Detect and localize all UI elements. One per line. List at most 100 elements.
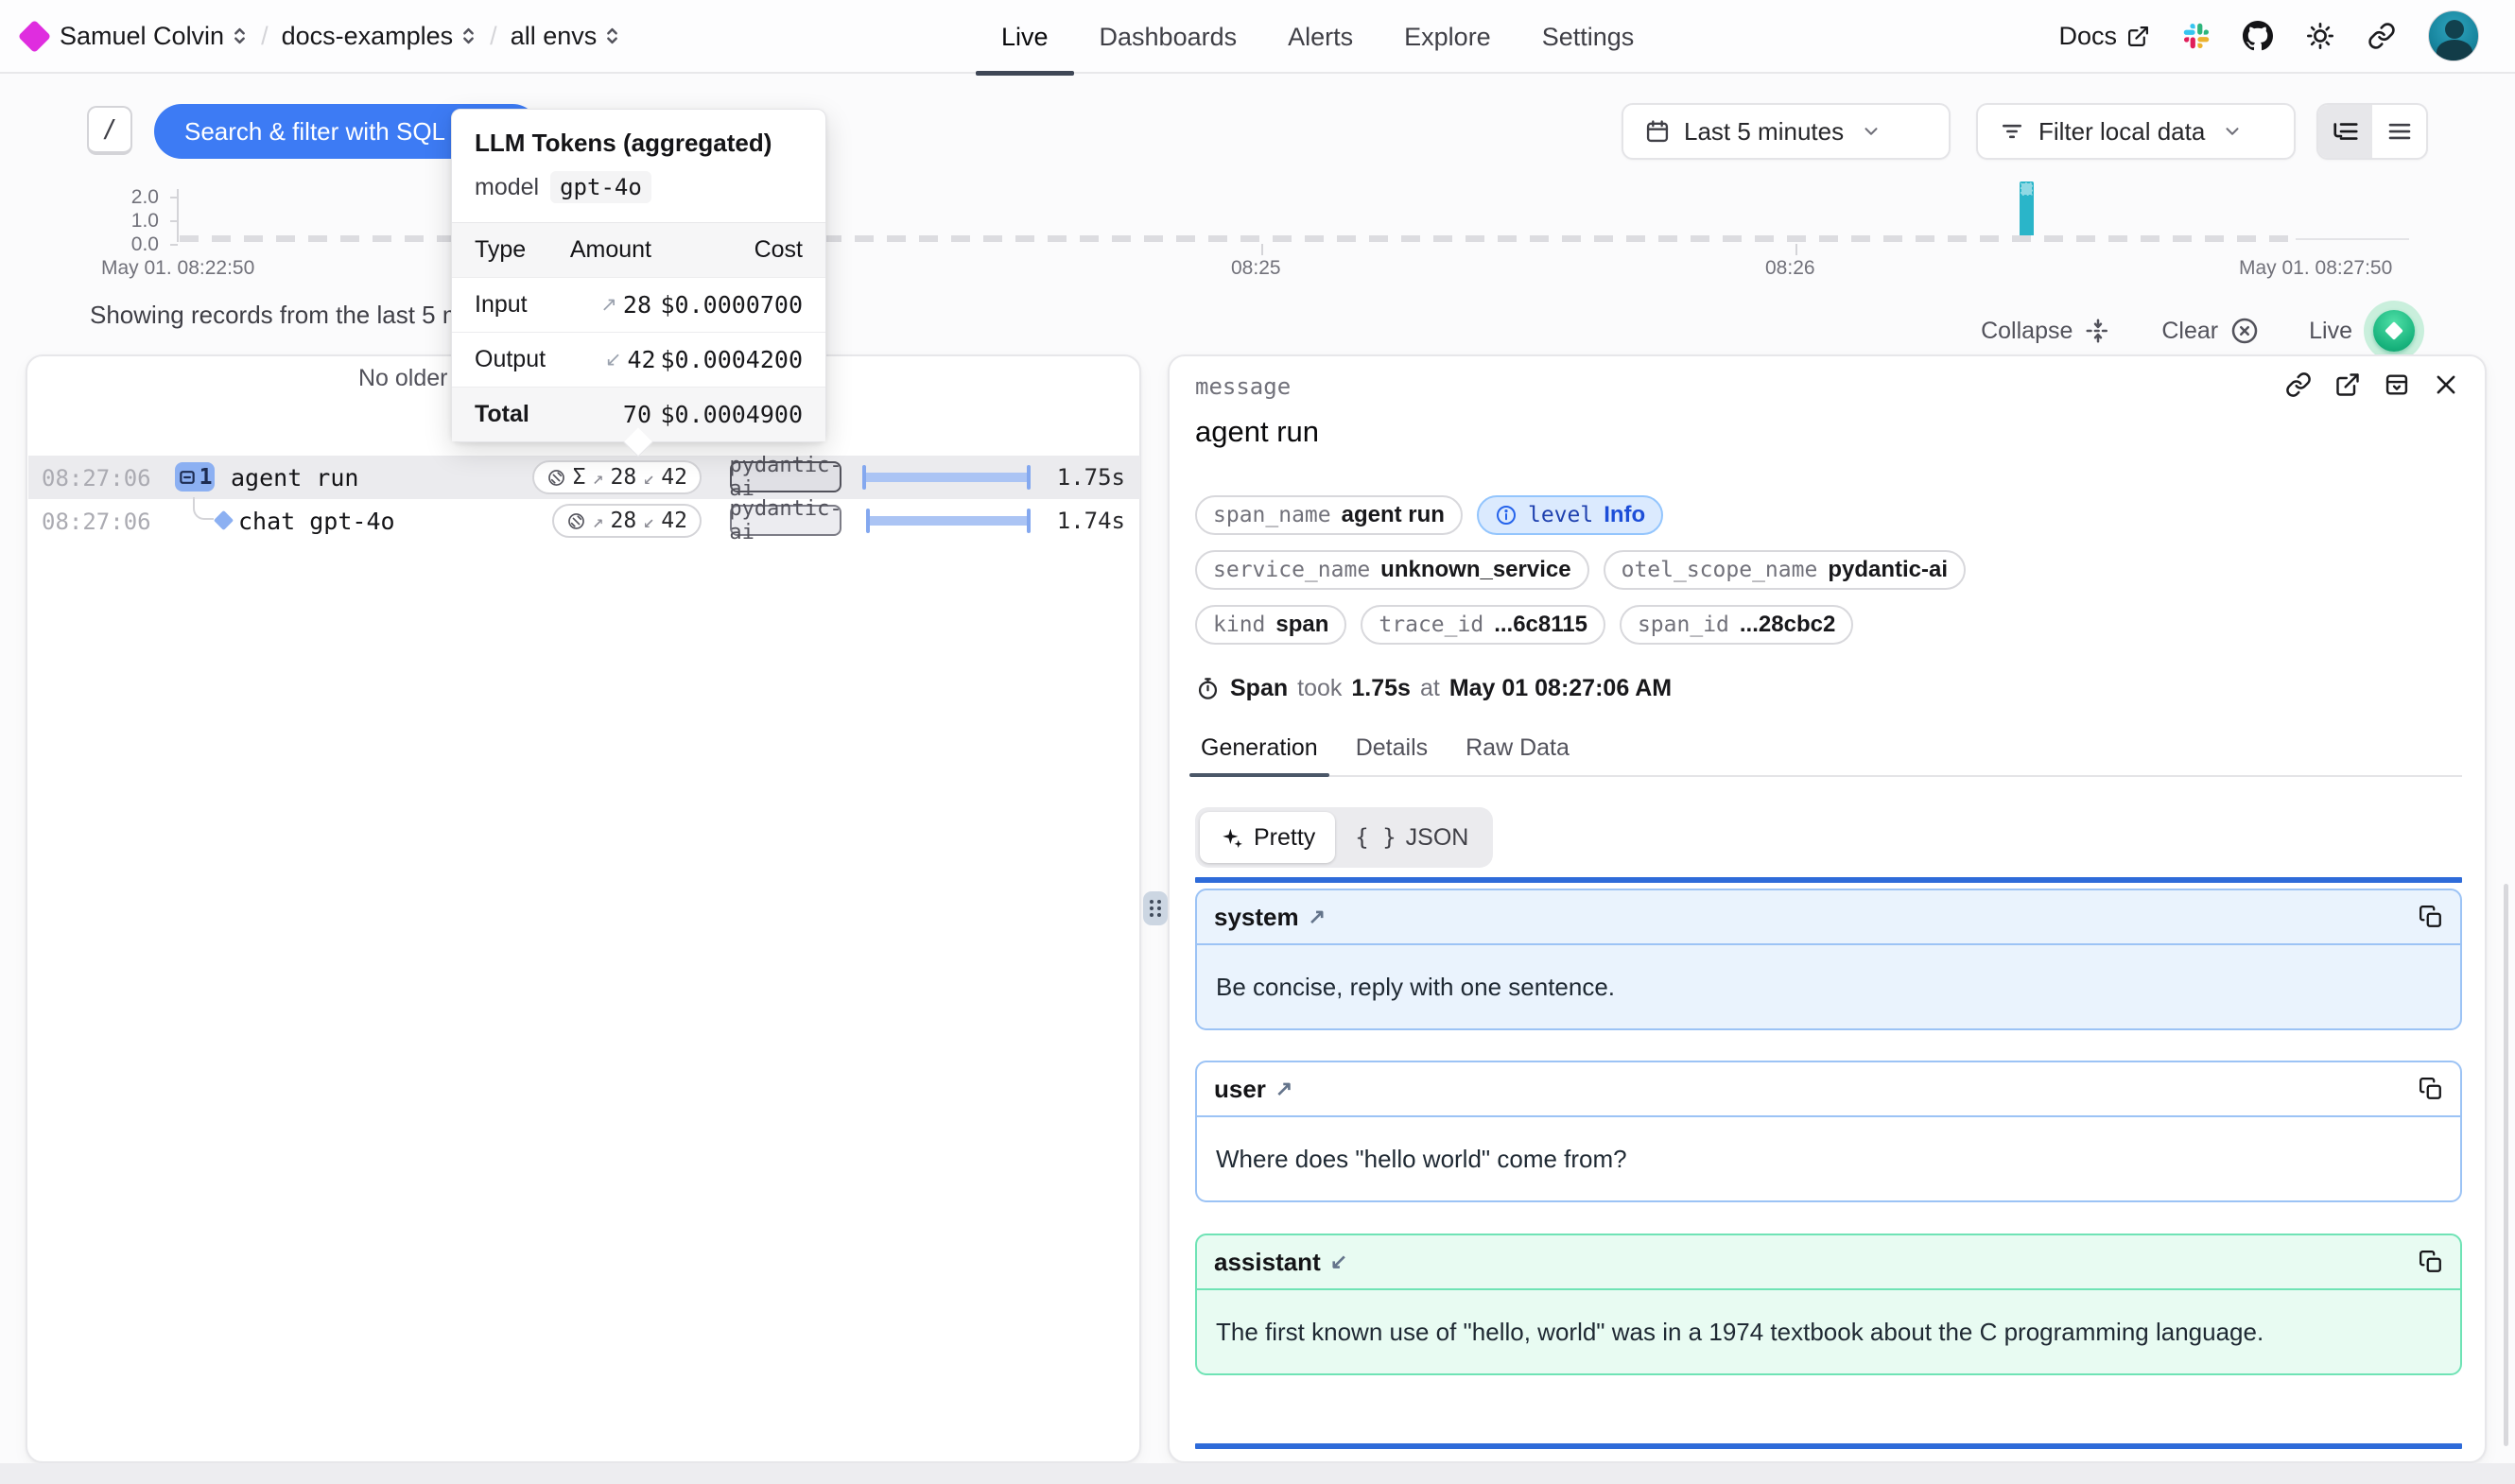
filter-local-data-dropdown[interactable]: Filter local data <box>1976 103 2296 160</box>
kind-pill[interactable]: kind span <box>1195 605 1346 645</box>
clear-label: Clear <box>2161 318 2218 345</box>
nav-tab-dashboards[interactable]: Dashboards <box>1074 0 1263 74</box>
scope-tag[interactable]: pydantic-ai <box>730 461 841 492</box>
token-summary-pill[interactable]: ↗ 28 ↙ 42 <box>552 504 702 538</box>
pill-label: span_id <box>1638 613 1729 637</box>
breadcrumb-project[interactable]: docs-examples <box>282 22 477 51</box>
nav-tab-alerts[interactable]: Alerts <box>1262 0 1379 74</box>
user-avatar[interactable] <box>2428 10 2479 61</box>
list-view-icon <box>2385 117 2414 146</box>
row-label: Total <box>475 401 538 428</box>
live-toggle[interactable]: Live <box>2309 301 2424 361</box>
collapse-button[interactable]: Collapse <box>1981 317 2112 345</box>
status-actions: Collapse Clear Live <box>1981 301 2424 361</box>
docs-link[interactable]: Docs <box>2058 22 2150 51</box>
span-name: agent run <box>231 464 358 492</box>
filter-label: Filter local data <box>2038 117 2205 147</box>
duration-bar[interactable] <box>862 473 1031 482</box>
x-axis-line-extension <box>2296 238 2409 240</box>
dock-panel-icon[interactable] <box>2384 371 2410 398</box>
json-view-option[interactable]: { } JSON <box>1335 812 1488 863</box>
otel-scope-pill[interactable]: otel_scope_name pydantic-ai <box>1604 550 1966 590</box>
row-amount: 28 <box>623 291 651 319</box>
duration-value: 1.74s <box>1057 508 1125 534</box>
pill-value: unknown_service <box>1380 557 1570 583</box>
nav-tab-explore[interactable]: Explore <box>1379 0 1517 74</box>
live-indicator-button[interactable] <box>2364 301 2424 361</box>
message-text: Be concise, reply with one sentence. <box>1216 968 2322 1006</box>
pill-label: otel_scope_name <box>1622 558 1818 582</box>
output-arrow-icon: ↙ <box>643 466 654 489</box>
collapse-children-badge[interactable]: 1 <box>175 462 215 492</box>
y-tick-label: 0.0 <box>112 233 159 256</box>
model-value: gpt-4o <box>550 171 651 203</box>
copy-icon[interactable] <box>2419 905 2443 929</box>
time-range-dropdown[interactable]: Last 5 minutes <box>1622 103 1951 160</box>
pill-value: pydantic-ai <box>1828 557 1948 583</box>
token-summary-pill[interactable]: Σ ↗ 28 ↙ 42 <box>532 460 702 494</box>
span-diamond-icon <box>214 510 234 530</box>
detail-tabs: Generation Details Raw Data <box>1195 734 2462 777</box>
scrollbar-thumb[interactable] <box>2504 884 2508 1446</box>
trace-row-chat-gpt4o[interactable]: 08:27:06 chat gpt-4o ↗ 28 ↙ 42 pydantic-… <box>28 499 1140 543</box>
breadcrumb-env[interactable]: all envs <box>511 22 621 51</box>
pydantic-logo-icon[interactable] <box>18 19 51 52</box>
input-arrow-icon: ↗ <box>593 466 604 489</box>
message-body: The first known use of "hello, world" wa… <box>1197 1290 2460 1373</box>
pill-value: agent run <box>1342 502 1445 528</box>
output-tokens: 42 <box>661 509 687 533</box>
panel-resize-handle[interactable] <box>1143 891 1168 925</box>
timeline-rule-bottom <box>1195 1443 2462 1449</box>
record-kind-label: message <box>1195 373 1291 400</box>
info-icon <box>1495 504 1518 526</box>
copy-icon[interactable] <box>2419 1250 2443 1274</box>
braces-icon: { } <box>1355 824 1396 851</box>
pill-label: service_name <box>1213 558 1370 582</box>
chevron-down-icon <box>1861 121 1882 142</box>
nav-tab-settings[interactable]: Settings <box>1517 0 1660 74</box>
github-icon[interactable] <box>2243 21 2273 51</box>
live-green-circle-icon <box>2373 310 2415 352</box>
trace-row-agent-run[interactable]: 08:27:06 1 agent run Σ ↗ 28 ↙ 42 pydanti… <box>28 456 1140 499</box>
org-name: Samuel Colvin <box>60 22 224 51</box>
trace-list-panel: No older records 08:27:06 1 agent run Σ … <box>26 354 1141 1463</box>
breadcrumb-org[interactable]: Samuel Colvin <box>60 22 248 51</box>
main-nav: Live Dashboards Alerts Explore Settings <box>976 0 1659 74</box>
sigma-aggregate-icon: Σ <box>573 465 586 490</box>
share-link-icon[interactable] <box>2368 22 2396 50</box>
x-tick <box>1261 244 1263 255</box>
detail-panel-actions <box>2285 371 2459 398</box>
slash-shortcut-key[interactable]: / <box>87 106 132 155</box>
copy-icon[interactable] <box>2419 1077 2443 1101</box>
close-icon[interactable] <box>2433 371 2459 398</box>
tab-raw-data[interactable]: Raw Data <box>1460 734 1575 775</box>
span-name-pill[interactable]: span_name agent run <box>1195 495 1463 535</box>
span-title: agent run <box>1195 415 1319 449</box>
theme-sun-icon[interactable] <box>2305 21 2335 51</box>
list-view-toggle[interactable] <box>2372 105 2426 158</box>
service-name-pill[interactable]: service_name unknown_service <box>1195 550 1589 590</box>
level-pill[interactable]: level Info <box>1477 495 1663 535</box>
span-id-pill[interactable]: span_id ...28cbc2 <box>1620 605 1853 645</box>
histogram-bar[interactable] <box>2020 181 2034 235</box>
nav-tab-live[interactable]: Live <box>976 0 1074 74</box>
open-external-icon[interactable] <box>2334 371 2361 398</box>
filter-lines-icon <box>1999 118 2025 145</box>
col-type: Type <box>475 236 538 264</box>
tooltip-model-row: model gpt-4o <box>452 162 825 222</box>
copy-link-icon[interactable] <box>2285 371 2312 398</box>
slack-icon[interactable] <box>2182 22 2211 50</box>
scope-tag[interactable]: pydantic-ai <box>730 505 841 536</box>
clear-button[interactable]: Clear <box>2161 316 2260 346</box>
took-duration: 1.75s <box>1351 675 1411 702</box>
tree-view-toggle[interactable] <box>2318 105 2372 158</box>
model-label: model <box>475 174 539 201</box>
row-cost: $0.0004900 <box>651 401 803 428</box>
duration-bar[interactable] <box>866 516 1031 526</box>
tab-generation[interactable]: Generation <box>1195 734 1324 775</box>
tab-details[interactable]: Details <box>1350 734 1433 775</box>
pretty-view-option[interactable]: Pretty <box>1200 812 1335 863</box>
trace-id-pill[interactable]: trace_id ...6c8115 <box>1361 605 1605 645</box>
message-body: Be concise, reply with one sentence. <box>1197 945 2460 1028</box>
tokens-row-output: Output ↙42 $0.0004200 <box>452 332 825 387</box>
